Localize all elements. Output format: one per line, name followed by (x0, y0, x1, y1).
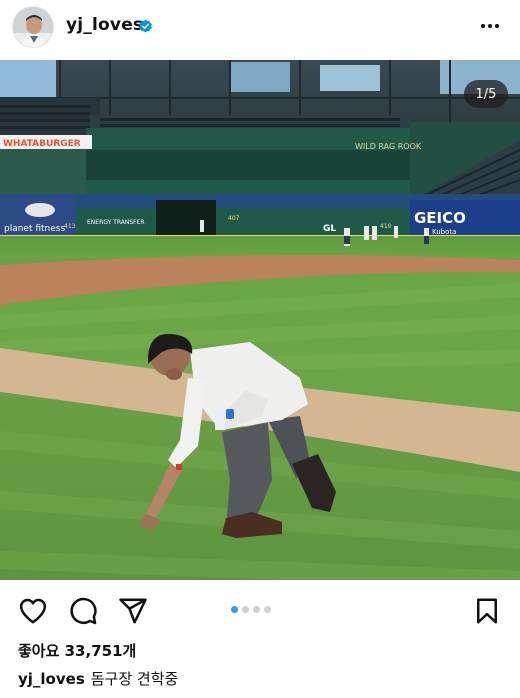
stadium-photo: WHATABURGER WILD RAG ROOK planet fitness… (0, 60, 520, 580)
whataburger-sign: WHATABURGER (3, 139, 81, 149)
post-username[interactable]: yj_loves (66, 15, 143, 35)
comment-icon[interactable] (68, 596, 98, 626)
carousel-dot (242, 606, 249, 613)
distance-407: 407 (228, 215, 240, 222)
geico-sign: GEICO (414, 209, 466, 227)
carousel-dot (264, 606, 271, 613)
carousel-dot-active (231, 606, 238, 613)
image-counter: 1/5 (464, 80, 508, 108)
heart-icon[interactable] (18, 596, 48, 626)
more-icon[interactable] (478, 14, 502, 38)
kubota-sign: Kubota (432, 228, 456, 236)
energy-transfer-sign: ENERGY TRANSFER (87, 219, 145, 226)
post-photo[interactable]: WHATABURGER WILD RAG ROOK planet fitness… (0, 60, 520, 580)
distance-410: 410 (380, 223, 392, 230)
wild-rag-sign: WILD RAG ROOK (355, 142, 422, 151)
likes-count[interactable]: 좋아요 33,751개 (18, 640, 136, 661)
post-header: yj_loves (0, 0, 520, 56)
avatar[interactable] (12, 6, 54, 48)
share-icon[interactable] (118, 596, 148, 626)
planet-fitness-sign: planet fitness (4, 224, 65, 234)
gl-sign: GL (323, 224, 336, 234)
post-caption: yj_loves 돔구장 견학중 (18, 668, 178, 689)
distance-413: 413 (64, 223, 76, 230)
bookmark-icon[interactable] (472, 596, 502, 626)
carousel-dot (253, 606, 260, 613)
avatar-image (13, 7, 53, 47)
verified-icon (139, 19, 152, 33)
caption-text: 돔구장 견학중 (90, 670, 179, 688)
caption-username[interactable]: yj_loves (18, 670, 85, 688)
carousel-indicator (231, 606, 271, 613)
